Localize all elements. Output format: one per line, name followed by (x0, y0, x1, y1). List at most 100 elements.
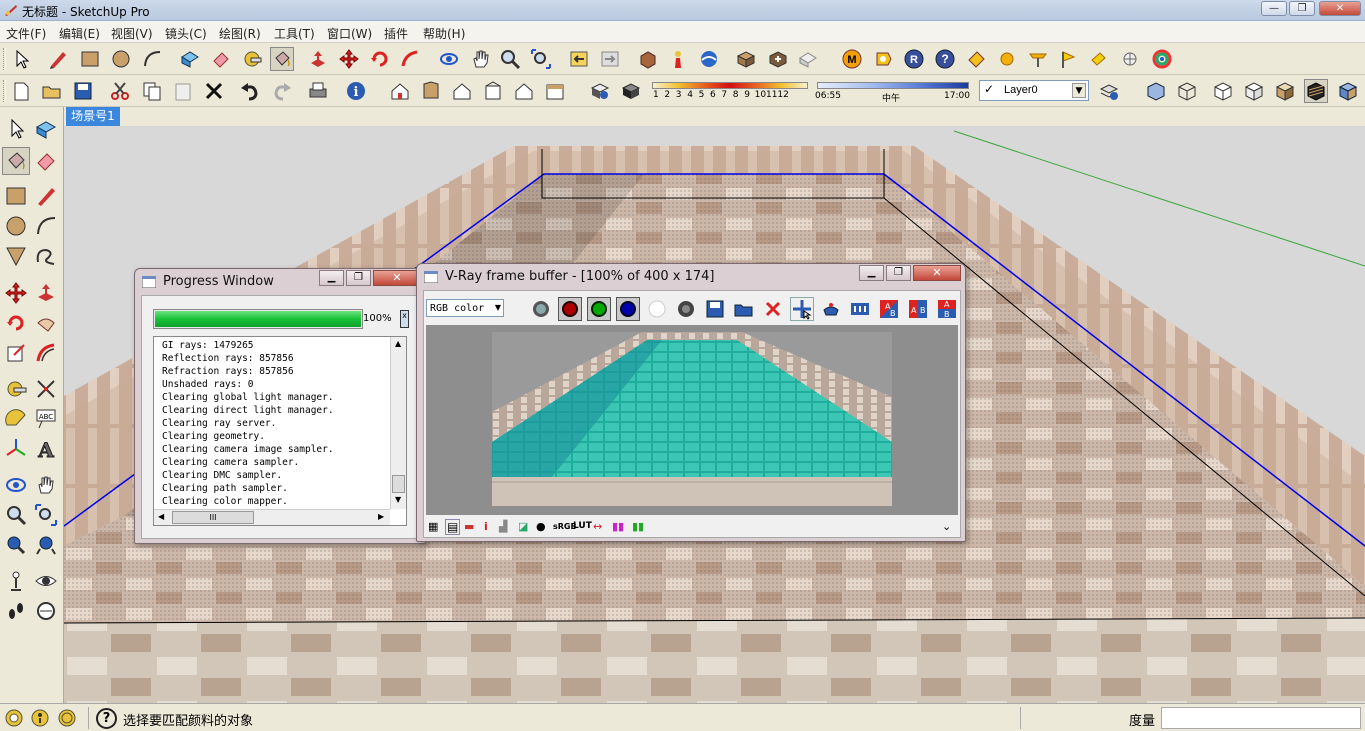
previous-view-icon[interactable] (567, 47, 591, 71)
previous-icon[interactable] (2, 531, 30, 559)
vfb-close-button[interactable]: ✕ (913, 265, 961, 281)
open-folder-icon[interactable] (40, 79, 64, 103)
shadow-date-slider[interactable]: 1 2 3 4 5 6 7 8 9 10 11 12 (650, 79, 810, 103)
vray-render-icon[interactable]: R (902, 47, 926, 71)
close-button[interactable]: ✕ (1319, 1, 1361, 16)
menu-tools[interactable]: 工具(T) (274, 25, 315, 42)
look-around-icon[interactable] (32, 567, 60, 595)
monochrome-style-icon[interactable] (1304, 79, 1328, 103)
compare-ab-horizontal-icon[interactable]: AB (877, 297, 901, 321)
next-view-icon[interactable] (598, 47, 622, 71)
maximize-button[interactable]: ❐ (1289, 1, 1315, 16)
dimension-icon[interactable] (32, 375, 60, 403)
clear-image-icon[interactable] (761, 297, 785, 321)
push-pull-icon[interactable] (306, 47, 330, 71)
component-icon[interactable] (32, 115, 60, 143)
vray-help-icon[interactable]: ? (933, 47, 957, 71)
scroll-up-icon[interactable]: ▲ (395, 339, 401, 348)
textured-style-icon[interactable] (1273, 79, 1297, 103)
omni-light-icon[interactable] (995, 47, 1019, 71)
blue-channel-icon[interactable] (616, 297, 640, 321)
push-pull-tool-icon[interactable] (32, 279, 60, 307)
render-last-icon[interactable] (819, 297, 843, 321)
pencil-tool-icon[interactable] (46, 47, 70, 71)
delete-icon[interactable] (202, 79, 226, 103)
back-view-icon[interactable] (512, 79, 536, 103)
stereo-green-icon[interactable]: ▮▮ (632, 520, 644, 533)
alpha-channel-icon[interactable] (645, 297, 669, 321)
scene-tab[interactable]: 场景号1 (66, 107, 120, 126)
menu-help[interactable]: 帮助(H) (423, 25, 465, 42)
save-image-icon[interactable] (703, 297, 727, 321)
layer-manager-icon[interactable] (1097, 79, 1121, 103)
green-channel-icon[interactable] (587, 297, 611, 321)
get-models-icon[interactable] (636, 47, 660, 71)
scale-icon[interactable] (2, 339, 30, 367)
ies-light-icon[interactable] (1087, 47, 1111, 71)
vray-material-icon[interactable]: M (840, 47, 864, 71)
rotate-tool-icon[interactable] (368, 47, 392, 71)
paste-icon[interactable] (171, 79, 195, 103)
zoom-extents-icon[interactable] (529, 47, 553, 71)
track-mouse-icon[interactable] (790, 297, 814, 321)
3d-text-icon[interactable]: A (32, 435, 60, 463)
section-plane-icon[interactable] (32, 597, 60, 625)
sphere-light-icon[interactable] (1118, 47, 1142, 71)
eraser-icon[interactable] (32, 147, 60, 175)
zoom-tool-icon[interactable] (498, 47, 522, 71)
shadow-toggle-icon[interactable] (619, 79, 643, 103)
chevron-down-icon[interactable]: ▼ (1072, 83, 1086, 98)
xray-style-icon[interactable] (1144, 79, 1168, 103)
position-camera-icon[interactable] (2, 567, 30, 595)
protractor-icon[interactable] (2, 405, 30, 433)
paint-bucket-tool-icon[interactable] (2, 147, 30, 175)
copy-icon[interactable] (140, 79, 164, 103)
progress-minimize-button[interactable]: ▁ (319, 270, 344, 286)
menu-draw[interactable]: 绘图(R) (219, 25, 261, 42)
geo-location-icon[interactable] (4, 708, 24, 728)
shadow-settings-icon[interactable] (588, 79, 612, 103)
select-tool-icon[interactable] (9, 47, 33, 71)
sandbox-icon[interactable] (796, 47, 820, 71)
components-icon[interactable] (734, 47, 758, 71)
progress-cancel-button[interactable]: x (400, 310, 409, 328)
compare-ab-swap-icon[interactable]: AB (935, 297, 959, 321)
progress-maximize-button[interactable]: ❐ (346, 270, 371, 286)
scroll-down-icon[interactable]: ▼ (395, 495, 401, 504)
compare-ab-vertical-icon[interactable]: AB (906, 297, 930, 321)
line-icon[interactable] (32, 182, 60, 210)
menu-plugins[interactable]: 插件 (384, 25, 408, 42)
front-view-icon[interactable] (450, 79, 474, 103)
rgb-channel-icon[interactable] (529, 297, 553, 321)
zoom-extents-tool-icon[interactable] (32, 531, 60, 559)
menu-camera[interactable]: 镜头(C) (165, 25, 207, 42)
exposure-icon[interactable]: ● (536, 520, 546, 533)
vfb-minimize-button[interactable]: ▁ (859, 265, 884, 281)
pan-tool-icon[interactable] (468, 47, 492, 71)
undo-icon[interactable] (238, 79, 262, 103)
hscroll-thumb[interactable]: III (172, 511, 254, 524)
menu-edit[interactable]: 编辑(E) (59, 25, 100, 42)
vray-options-icon[interactable] (871, 47, 895, 71)
follow-me-tool-icon[interactable] (32, 309, 60, 337)
vray-sun-icon[interactable] (1150, 47, 1174, 71)
progress-close-button[interactable]: ✕ (373, 270, 421, 286)
menu-file[interactable]: 文件(F) (6, 25, 46, 42)
print-icon[interactable] (306, 79, 330, 103)
save-icon[interactable] (71, 79, 95, 103)
vfb-maximize-button[interactable]: ❐ (886, 265, 911, 281)
right-view-icon[interactable] (481, 79, 505, 103)
toolbar-grip[interactable] (3, 80, 6, 102)
circle-icon[interactable] (2, 212, 30, 240)
measurement-input[interactable] (1161, 707, 1361, 729)
text-tool-icon[interactable]: ABC (32, 405, 60, 433)
offset-icon[interactable] (32, 339, 60, 367)
scroll-thumb[interactable] (392, 475, 405, 493)
follow-me-icon[interactable] (398, 47, 422, 71)
load-image-icon[interactable] (732, 297, 756, 321)
rect-light-icon[interactable] (1026, 47, 1050, 71)
show-corrections-icon[interactable] (848, 297, 872, 321)
new-file-icon[interactable] (9, 79, 33, 103)
orbit-tool-icon[interactable] (437, 47, 461, 71)
paint-bucket-icon[interactable] (270, 47, 294, 71)
